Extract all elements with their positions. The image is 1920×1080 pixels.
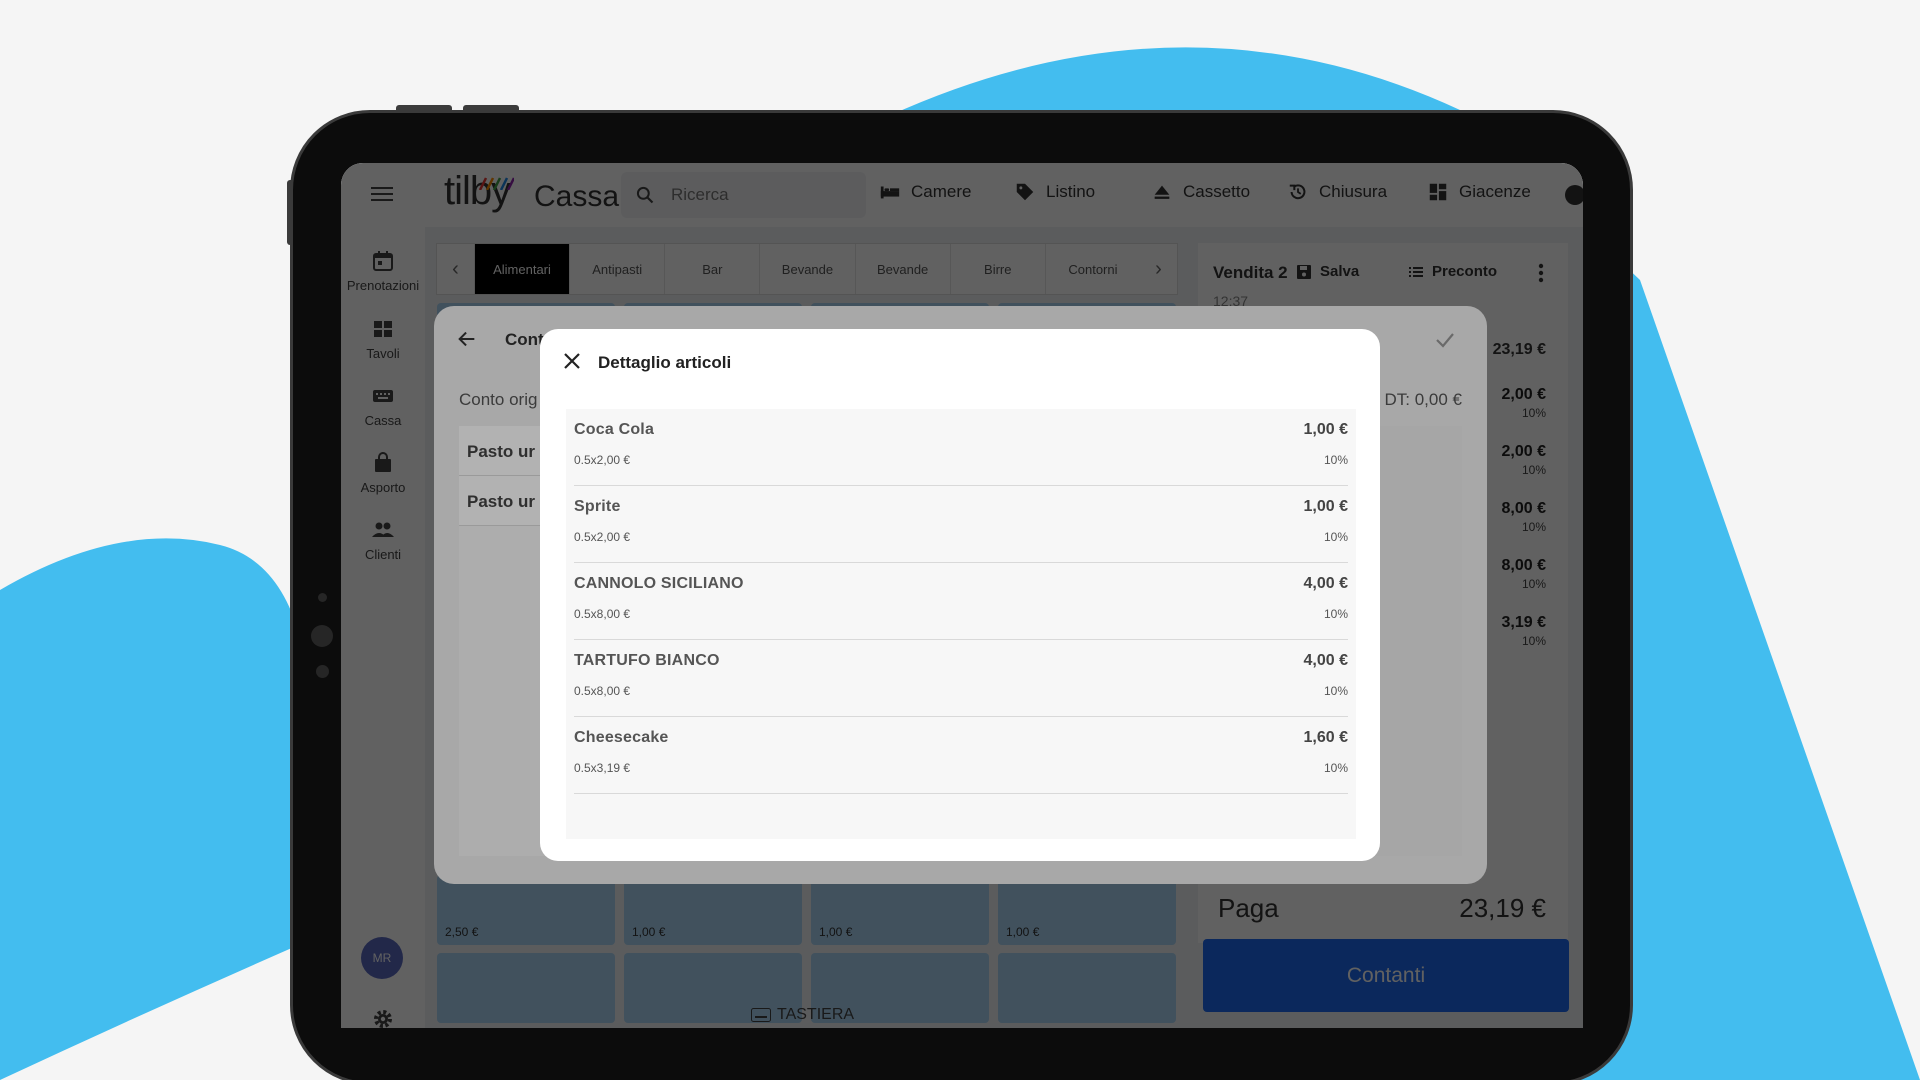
item-amount: 4,00 € [1303,652,1348,669]
item-amount: 1,00 € [1303,421,1348,438]
list-item[interactable]: Cheesecake 0.5x3,19 € 1,60 € 10% [574,717,1348,794]
list-item[interactable]: TARTUFO BIANCO 0.5x8,00 € 4,00 € 10% [574,640,1348,717]
item-qty-price: 0.5x8,00 € [574,684,631,698]
item-qty-price: 0.5x2,00 € [574,453,631,467]
item-name: CANNOLO SICILIANO [574,575,744,592]
item-name: Cheesecake [574,729,669,746]
item-amount: 4,00 € [1303,575,1348,592]
list-item[interactable]: Coca Cola 0.5x2,00 € 1,00 € 10% [574,409,1348,486]
item-qty-price: 0.5x3,19 € [574,761,631,775]
detail-list: Coca Cola 0.5x2,00 € 1,00 € 10% Sprite 0… [566,409,1356,839]
item-vat: 10% [1323,684,1348,698]
item-name: Coca Cola [574,421,655,438]
item-detail-dialog: Dettaglio articoli Coca Cola 0.5x2,00 € … [540,329,1380,861]
item-vat: 10% [1323,607,1348,621]
item-name: Sprite [574,498,621,515]
tablet-screen: tilby Cassa Camere Listino Cassetto Chi [341,163,1583,1028]
item-vat: 10% [1323,530,1348,544]
item-vat: 10% [1323,761,1348,775]
item-name: TARTUFO BIANCO [574,652,720,669]
item-amount: 1,00 € [1303,498,1348,515]
item-qty-price: 0.5x8,00 € [574,607,631,621]
item-amount: 1,60 € [1303,729,1348,746]
list-item[interactable]: Sprite 0.5x2,00 € 1,00 € 10% [574,486,1348,563]
close-icon[interactable] [562,351,582,371]
item-qty-price: 0.5x2,00 € [574,530,631,544]
camera-lens [311,625,333,647]
dialog-title: Dettaglio articoli [598,353,732,372]
item-vat: 10% [1323,453,1348,467]
list-item[interactable]: CANNOLO SICILIANO 0.5x8,00 € 4,00 € 10% [574,563,1348,640]
camera-dot [318,593,327,602]
sensor-dot [316,665,329,678]
